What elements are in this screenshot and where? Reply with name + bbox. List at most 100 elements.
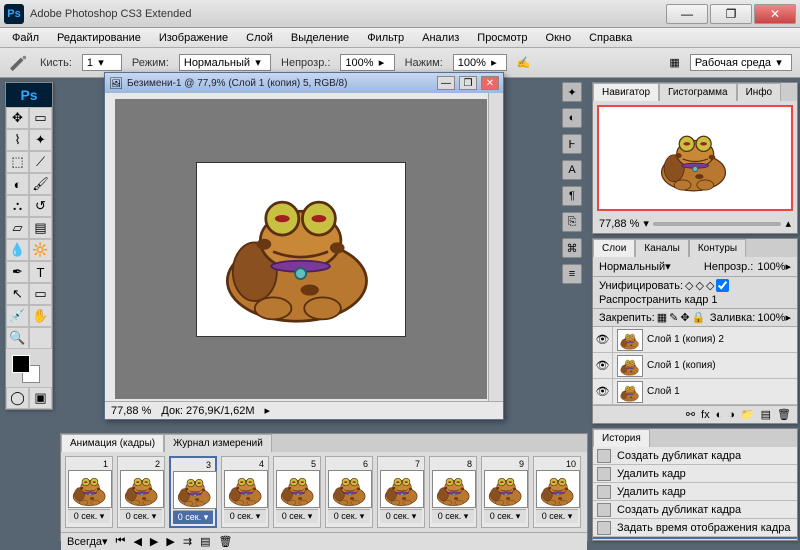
- doc-minimize-button[interactable]: —: [437, 76, 455, 90]
- navigator-thumbnail[interactable]: [597, 105, 793, 211]
- menu-analysis[interactable]: Анализ: [414, 30, 467, 46]
- pen-tool[interactable]: ✒: [6, 261, 29, 283]
- menu-file[interactable]: Файл: [4, 30, 47, 46]
- menu-image[interactable]: Изображение: [151, 30, 236, 46]
- vertical-scrollbar[interactable]: [488, 93, 503, 401]
- lock-move-icon[interactable]: ✥: [680, 311, 689, 324]
- layer-name[interactable]: Слой 1: [647, 386, 797, 397]
- propagate-checkbox[interactable]: [716, 279, 729, 292]
- zoom-in-icon[interactable]: ▴: [785, 217, 791, 230]
- flow-field[interactable]: 100%▸: [453, 54, 507, 71]
- blend-mode-select[interactable]: Нормальный▾: [179, 54, 271, 71]
- frame-delay[interactable]: 0 сек. ▾: [536, 509, 578, 523]
- eraser-tool[interactable]: ▱: [6, 217, 29, 239]
- frame-delay[interactable]: 0 сек. ▾: [484, 509, 526, 523]
- dock-icon-8[interactable]: ≡: [562, 264, 582, 284]
- animation-frame[interactable]: 20 сек. ▾: [117, 456, 165, 528]
- tab-measure-log[interactable]: Журнал измерений: [164, 434, 272, 452]
- tab-animation[interactable]: Анимация (кадры): [61, 434, 164, 452]
- menu-view[interactable]: Просмотр: [469, 30, 535, 46]
- blur-tool[interactable]: 💧: [6, 239, 29, 261]
- frame-delay[interactable]: 0 сек. ▾: [68, 509, 110, 523]
- animation-frame[interactable]: 40 сек. ▾: [221, 456, 269, 528]
- lasso-tool[interactable]: ⌇: [6, 129, 29, 151]
- history-brush-tool[interactable]: ↺: [29, 195, 52, 217]
- layer-row[interactable]: 👁 Слой 1 (копия): [593, 353, 797, 379]
- new-layer-icon[interactable]: ▤: [761, 408, 771, 421]
- wand-tool[interactable]: ✦: [29, 129, 52, 151]
- path-tool[interactable]: ↖: [6, 283, 29, 305]
- unify-icon-1[interactable]: ◇: [685, 279, 693, 292]
- zoom-out-icon[interactable]: ▾: [643, 217, 649, 230]
- gradient-tool[interactable]: ▤: [29, 217, 52, 239]
- layer-opacity-field[interactable]: 100%▸: [757, 260, 791, 273]
- zoom-readout[interactable]: 77,88 %: [111, 405, 151, 417]
- animation-frame[interactable]: 100 сек. ▾: [533, 456, 581, 528]
- delete-frame-icon[interactable]: 🗑: [218, 535, 232, 548]
- visibility-icon[interactable]: 👁: [593, 353, 613, 378]
- dodge-tool[interactable]: 🔆: [29, 239, 52, 261]
- loop-select[interactable]: Всегда▾: [67, 535, 108, 548]
- screenmode-icon[interactable]: ▣: [29, 387, 52, 409]
- history-item[interactable]: Задать время отображения кадра: [593, 537, 797, 539]
- unify-icon-3[interactable]: ◇: [706, 279, 714, 292]
- dock-icon-7[interactable]: ⌘: [562, 238, 582, 258]
- heal-tool[interactable]: ◐: [6, 173, 29, 195]
- mask-icon[interactable]: ◐: [716, 409, 723, 421]
- tab-channels[interactable]: Каналы: [635, 239, 689, 257]
- animation-frame[interactable]: 70 сек. ▾: [377, 456, 425, 528]
- history-item[interactable]: Удалить кадр: [593, 465, 797, 483]
- dock-icon-3[interactable]: Ͱ: [562, 134, 582, 154]
- menu-help[interactable]: Справка: [581, 30, 640, 46]
- dock-icon-5[interactable]: ¶: [562, 186, 582, 206]
- menu-filter[interactable]: Фильтр: [359, 30, 412, 46]
- layer-blend-select[interactable]: Нормальный▾: [599, 260, 679, 273]
- dock-icon-2[interactable]: ◐: [562, 108, 582, 128]
- tab-histogram[interactable]: Гистограмма: [659, 83, 737, 101]
- animation-frame[interactable]: 60 сек. ▾: [325, 456, 373, 528]
- animation-frame[interactable]: 50 сек. ▾: [273, 456, 321, 528]
- lock-paint-icon[interactable]: ✎: [669, 311, 678, 324]
- doc-close-button[interactable]: ✕: [481, 76, 499, 90]
- brush-size-field[interactable]: 1▾: [82, 54, 122, 71]
- animation-frame[interactable]: 80 сек. ▾: [429, 456, 477, 528]
- history-item[interactable]: Создать дубликат кадра: [593, 501, 797, 519]
- opacity-field[interactable]: 100%▸: [340, 54, 394, 71]
- airbrush-icon[interactable]: ✍: [517, 56, 531, 69]
- animation-frame[interactable]: 30 сек. ▾: [169, 456, 217, 528]
- fill-field[interactable]: 100%▸: [757, 311, 791, 324]
- close-button[interactable]: ✕: [754, 4, 796, 24]
- frame-delay[interactable]: 0 сек. ▾: [224, 509, 266, 523]
- document-canvas[interactable]: [115, 99, 487, 399]
- layer-row[interactable]: 👁 Слой 1 (копия) 2: [593, 327, 797, 353]
- visibility-icon[interactable]: 👁: [593, 327, 613, 352]
- nav-zoom-value[interactable]: 77,88 %: [599, 218, 639, 230]
- next-frame-icon[interactable]: ▶: [166, 535, 174, 548]
- frame-delay[interactable]: 0 сек. ▾: [328, 509, 370, 523]
- tab-info[interactable]: Инфо: [737, 83, 782, 101]
- minimize-button[interactable]: —: [666, 4, 708, 24]
- stamp-tool[interactable]: ⛬: [6, 195, 29, 217]
- frame-delay[interactable]: 0 сек. ▾: [173, 510, 213, 524]
- maximize-button[interactable]: ❐: [710, 4, 752, 24]
- menu-window[interactable]: Окно: [538, 30, 580, 46]
- prev-frame-icon[interactable]: ◀: [133, 535, 141, 548]
- doc-maximize-button[interactable]: ❐: [459, 76, 477, 90]
- adjust-icon[interactable]: ◑: [728, 409, 735, 421]
- status-menu-icon[interactable]: ▸: [264, 404, 270, 417]
- animation-frame[interactable]: 10 сек. ▾: [65, 456, 113, 528]
- visibility-icon[interactable]: 👁: [593, 379, 613, 404]
- folder-icon[interactable]: 📁: [741, 408, 755, 421]
- first-frame-icon[interactable]: ⏮: [116, 535, 126, 548]
- workspace-select[interactable]: Рабочая среда▾: [690, 54, 792, 71]
- eyedropper-tool[interactable]: 💉: [6, 305, 29, 327]
- zoom-slider[interactable]: [653, 222, 782, 226]
- play-icon[interactable]: ▶: [150, 535, 158, 548]
- history-item[interactable]: Задать время отображения кадра: [593, 519, 797, 537]
- frame-delay[interactable]: 0 сек. ▾: [276, 509, 318, 523]
- brush-tool[interactable]: 🖌: [29, 173, 52, 195]
- slice-tool[interactable]: ⟋: [29, 151, 52, 173]
- type-tool[interactable]: T: [29, 261, 52, 283]
- marquee-tool[interactable]: ▭: [29, 107, 52, 129]
- menu-edit[interactable]: Редактирование: [49, 30, 149, 46]
